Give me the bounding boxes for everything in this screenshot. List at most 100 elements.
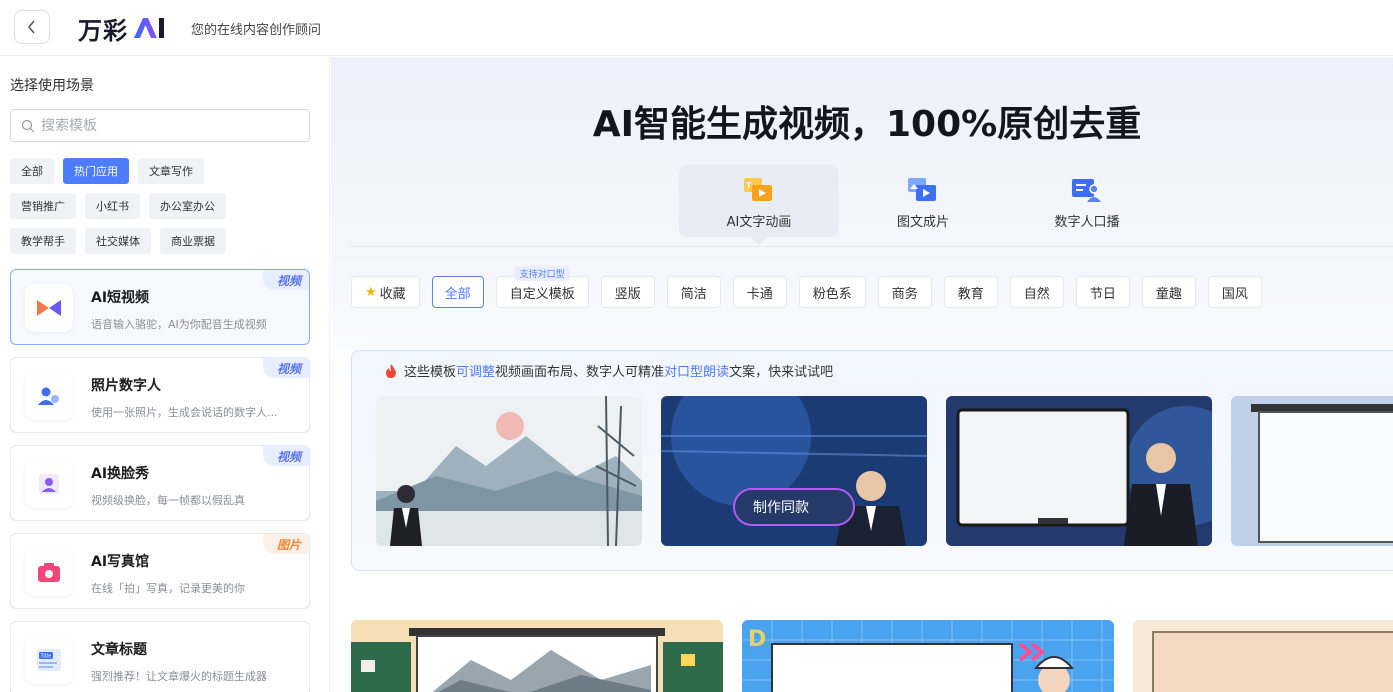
template-card-warm-projector[interactable]: [1133, 620, 1393, 692]
tagline: 您的在线内容创作顾问: [191, 23, 322, 38]
badge-video: 视频: [262, 270, 309, 290]
app-card-ai-face-swap[interactable]: AI换脸秀 视频级换脸，每一帧都以假乱真 视频: [10, 445, 310, 521]
back-button[interactable]: [14, 10, 50, 44]
tab-label: 图文成片: [896, 215, 949, 230]
filter-vertical[interactable]: 竖版: [600, 276, 655, 308]
main-panel: AI智能生成视频，100%原创去重 T AI文字动画 图文成片 数字人口播 ★ 收…: [331, 57, 1393, 692]
lip-sync-tag: 支持对口型: [514, 266, 570, 281]
template-thumb-ink-landscape[interactable]: [376, 396, 642, 546]
filter-cartoon[interactable]: 卡通: [732, 276, 787, 308]
search-box[interactable]: [10, 109, 310, 142]
tab-digital-human-broadcast[interactable]: 数字人口播: [1007, 165, 1167, 237]
mode-tabs: T AI文字动画 图文成片 数字人口播: [679, 165, 1167, 237]
app-card-ai-photo-studio[interactable]: AI写真馆 在线「拍」写真，记录更美的你 图片: [10, 533, 310, 609]
search-input[interactable]: [41, 117, 291, 134]
filter-simple[interactable]: 简洁: [666, 276, 721, 308]
promo-tip: 这些模板 可调整 视频画面布局、数字人可精准 对口型朗读 文案，快来试试吧: [384, 361, 833, 380]
filter-favorites[interactable]: ★ 收藏: [351, 276, 420, 308]
card-title: 照片数字人: [91, 378, 161, 394]
sidebar-title: 选择使用场景: [10, 78, 94, 94]
filter-nature[interactable]: 自然: [1009, 276, 1064, 308]
logo[interactable]: 万彩: [78, 12, 166, 45]
film-play-icon: [25, 284, 73, 332]
card-desc: 使用一张照片，生成会说话的数字人...: [91, 406, 278, 419]
tip-text: 视频画面布局、数字人可精准: [495, 365, 665, 380]
card-title: 文章标题: [91, 642, 147, 658]
badge-video: 视频: [262, 358, 309, 378]
app-card-article-title[interactable]: Title 文章标题 强烈推荐！让文章爆火的标题生成器: [10, 621, 310, 692]
make-same-label: 制作同款: [753, 500, 809, 516]
logo-ai-mark: [134, 18, 164, 38]
card-title: AI写真馆: [91, 554, 150, 570]
template-grid: D: [351, 620, 1393, 692]
filter-kids[interactable]: 童趣: [1141, 276, 1196, 308]
chip-row: 营销推广 小红书 办公室办公: [10, 193, 320, 219]
badge-video: 视频: [262, 446, 309, 466]
template-card-classroom[interactable]: [351, 620, 723, 692]
tab-ai-text-animation[interactable]: T AI文字动画: [679, 165, 839, 237]
filter-label: 自定义模板: [509, 286, 575, 302]
card-desc: 语音输入骆驼，AI为你配音生成视频: [91, 318, 267, 331]
tab-image-to-video[interactable]: 图文成片: [843, 165, 1003, 237]
badge-image: 图片: [262, 534, 309, 554]
filter-pink[interactable]: 粉色系: [798, 276, 866, 308]
camera-icon: [25, 548, 73, 596]
tab-label: 数字人口播: [1054, 215, 1120, 230]
filter-label: 收藏: [379, 286, 406, 302]
template-thumbnails: 制作同款: [376, 396, 1393, 546]
template-card-cartoon-grid[interactable]: D: [742, 620, 1114, 692]
chip-row: 全部 热门应用 文章写作: [10, 158, 320, 184]
template-thumb-tech-globe[interactable]: 制作同款: [661, 396, 927, 546]
chip-article-writing[interactable]: 文章写作: [138, 158, 204, 184]
image-to-video-icon: [908, 178, 936, 201]
lip-sync-promo-panel: 这些模板 可调整 视频画面布局、数字人可精准 对口型朗读 文案，快来试试吧 制作…: [351, 350, 1393, 571]
page-headline: AI智能生成视频，100%原创去重: [592, 104, 1142, 145]
chip-hot-apps[interactable]: 热门应用: [63, 158, 129, 184]
chip-teaching[interactable]: 教学帮手: [10, 228, 76, 254]
chip-xiaohongshu[interactable]: 小红书: [85, 193, 140, 219]
digital-human-icon: [1072, 179, 1101, 202]
card-desc: 强烈推荐！让文章爆火的标题生成器: [91, 670, 267, 683]
chip-business-bills[interactable]: 商业票据: [160, 228, 226, 254]
person-avatar-icon: [25, 372, 73, 420]
svg-text:T: T: [746, 181, 752, 190]
filter-holiday[interactable]: 节日: [1075, 276, 1130, 308]
card-desc: 视频级换脸，每一帧都以假乱真: [91, 494, 245, 507]
chip-row: 教学帮手 社交媒体 商业票据: [10, 228, 320, 254]
chip-social-media[interactable]: 社交媒体: [85, 228, 151, 254]
filter-chinese-style[interactable]: 国风: [1207, 276, 1262, 308]
sidebar: 选择使用场景 全部 热门应用 文章写作 营销推广 小红书 办公室办公 教学帮手 …: [0, 57, 330, 692]
card-title: AI短视频: [91, 290, 150, 306]
card-title: AI换脸秀: [91, 466, 150, 482]
style-filters: ★ 收藏 全部 支持对口型 自定义模板 竖版 简洁 卡通 粉色系 商务 教育 自然 …: [351, 266, 1262, 308]
filter-education[interactable]: 教育: [943, 276, 998, 308]
text-animation-icon: T: [744, 178, 772, 201]
app-card-photo-digital-human[interactable]: 照片数字人 使用一张照片，生成会说话的数字人... 视频: [10, 357, 310, 433]
make-same-button[interactable]: 制作同款: [733, 488, 855, 526]
top-bar: 万彩 您的在线内容创作顾问: [0, 0, 1393, 56]
filter-all[interactable]: 全部: [431, 276, 484, 308]
card-desc: 在线「拍」写真，记录更美的你: [91, 582, 245, 595]
tip-text: 文案，快来试试吧: [729, 365, 834, 380]
template-thumb-projector-screen[interactable]: [1231, 396, 1393, 546]
logo-text: 万彩: [78, 16, 128, 45]
tab-label: AI文字动画: [726, 215, 792, 230]
tip-highlight: 可调整: [456, 365, 496, 380]
tip-text: 这些模板: [404, 365, 457, 380]
chip-all[interactable]: 全部: [10, 158, 54, 184]
chip-marketing[interactable]: 营销推广: [10, 193, 76, 219]
search-icon: [21, 119, 35, 132]
filter-custom-template[interactable]: 支持对口型自定义模板: [495, 266, 589, 308]
face-swap-icon: [25, 460, 73, 508]
svg-text:Title: Title: [40, 654, 52, 660]
chip-office[interactable]: 办公室办公: [149, 193, 226, 219]
title-doc-icon: Title: [25, 636, 73, 684]
tip-highlight: 对口型朗读: [664, 365, 730, 380]
filter-business[interactable]: 商务: [877, 276, 932, 308]
svg-text:D: D: [748, 627, 766, 652]
app-card-ai-short-video[interactable]: AI短视频 语音输入骆驼，AI为你配音生成视频 视频: [10, 269, 310, 345]
fire-icon: [386, 363, 396, 378]
star-icon: ★: [365, 284, 377, 300]
chevron-left-icon: [28, 20, 35, 34]
template-thumb-whiteboard-presenter[interactable]: [946, 396, 1212, 546]
